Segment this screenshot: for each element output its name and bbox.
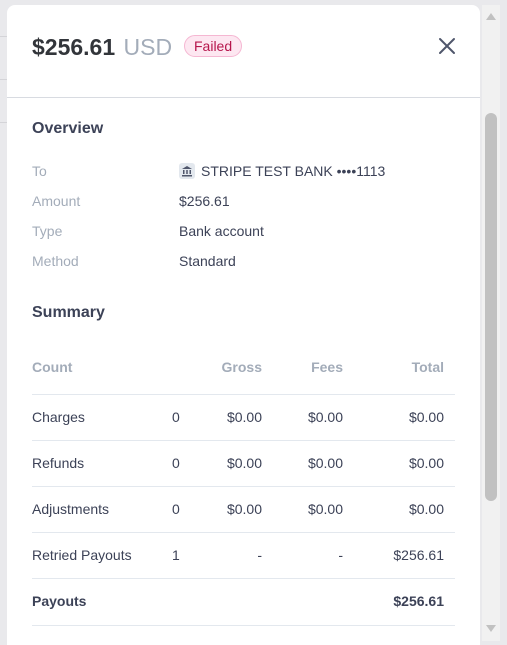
overview-label-type: Type bbox=[32, 223, 63, 239]
column-header-count: Count bbox=[32, 359, 73, 375]
row-name: Payouts bbox=[32, 593, 87, 609]
row-count: 0 bbox=[172, 409, 180, 425]
overview-label-to: To bbox=[32, 163, 47, 179]
overview-value-to: STRIPE TEST BANK ••••1113 bbox=[179, 163, 385, 179]
column-header-total: Total bbox=[411, 359, 444, 375]
overview-value-type: Bank account bbox=[179, 223, 264, 239]
scrollbar-thumb[interactable] bbox=[485, 113, 497, 501]
column-header-fees: Fees bbox=[311, 359, 343, 375]
row-fees: $0.00 bbox=[307, 501, 343, 517]
scrollbar[interactable] bbox=[482, 5, 500, 641]
row-total: $256.61 bbox=[393, 593, 444, 609]
row-gross: - bbox=[257, 547, 262, 563]
bank-account-text: STRIPE TEST BANK ••••1113 bbox=[201, 163, 386, 179]
payout-amount-title: $256.61 USD bbox=[32, 34, 172, 60]
overview-label-method: Method bbox=[32, 253, 79, 269]
payout-amount: $256.61 bbox=[32, 34, 116, 60]
table-row: Refunds 0 $0.00 $0.00 $0.00 bbox=[32, 440, 455, 487]
panel-header: $256.61 USD Failed bbox=[7, 5, 480, 98]
close-button[interactable] bbox=[435, 34, 459, 58]
row-count: 0 bbox=[172, 455, 180, 471]
overview-value-amount: $256.61 bbox=[179, 193, 230, 209]
row-count: 0 bbox=[172, 501, 180, 517]
row-total: $0.00 bbox=[408, 501, 444, 517]
row-name: Retried Payouts bbox=[32, 547, 132, 563]
row-count: 1 bbox=[172, 547, 180, 563]
overview-title: Overview bbox=[32, 120, 104, 137]
overview-value-method: Standard bbox=[179, 253, 236, 269]
table-row: Adjustments 0 $0.00 $0.00 $0.00 bbox=[32, 486, 455, 533]
row-total: $256.61 bbox=[393, 547, 444, 563]
row-name: Adjustments bbox=[32, 501, 110, 517]
overview-label-amount: Amount bbox=[32, 193, 81, 209]
row-gross: $0.00 bbox=[226, 409, 262, 425]
row-fees: $0.00 bbox=[307, 409, 343, 425]
close-icon bbox=[439, 38, 455, 54]
status-badge: Failed bbox=[184, 35, 243, 57]
row-total: $0.00 bbox=[408, 409, 444, 425]
row-fees: - bbox=[338, 547, 343, 563]
table-row-total: Payouts $256.61 bbox=[32, 578, 455, 626]
row-total: $0.00 bbox=[408, 455, 444, 471]
table-row: Retried Payouts 1 - - $256.61 bbox=[32, 532, 455, 579]
row-gross: $0.00 bbox=[226, 501, 262, 517]
table-row: Charges 0 $0.00 $0.00 $0.00 bbox=[32, 394, 455, 441]
row-name: Charges bbox=[32, 409, 85, 425]
row-gross: $0.00 bbox=[226, 455, 262, 471]
column-header-gross: Gross bbox=[221, 359, 262, 375]
scroll-up-arrow-icon[interactable] bbox=[485, 11, 497, 21]
summary-title: Summary bbox=[32, 304, 105, 321]
bank-icon bbox=[179, 163, 195, 179]
row-fees: $0.00 bbox=[307, 455, 343, 471]
row-name: Refunds bbox=[32, 455, 85, 471]
scroll-down-arrow-icon[interactable] bbox=[485, 624, 497, 634]
payout-detail-panel: $256.61 USD Failed Overview To STRIPE TE… bbox=[7, 5, 480, 645]
payout-currency: USD bbox=[123, 34, 173, 60]
